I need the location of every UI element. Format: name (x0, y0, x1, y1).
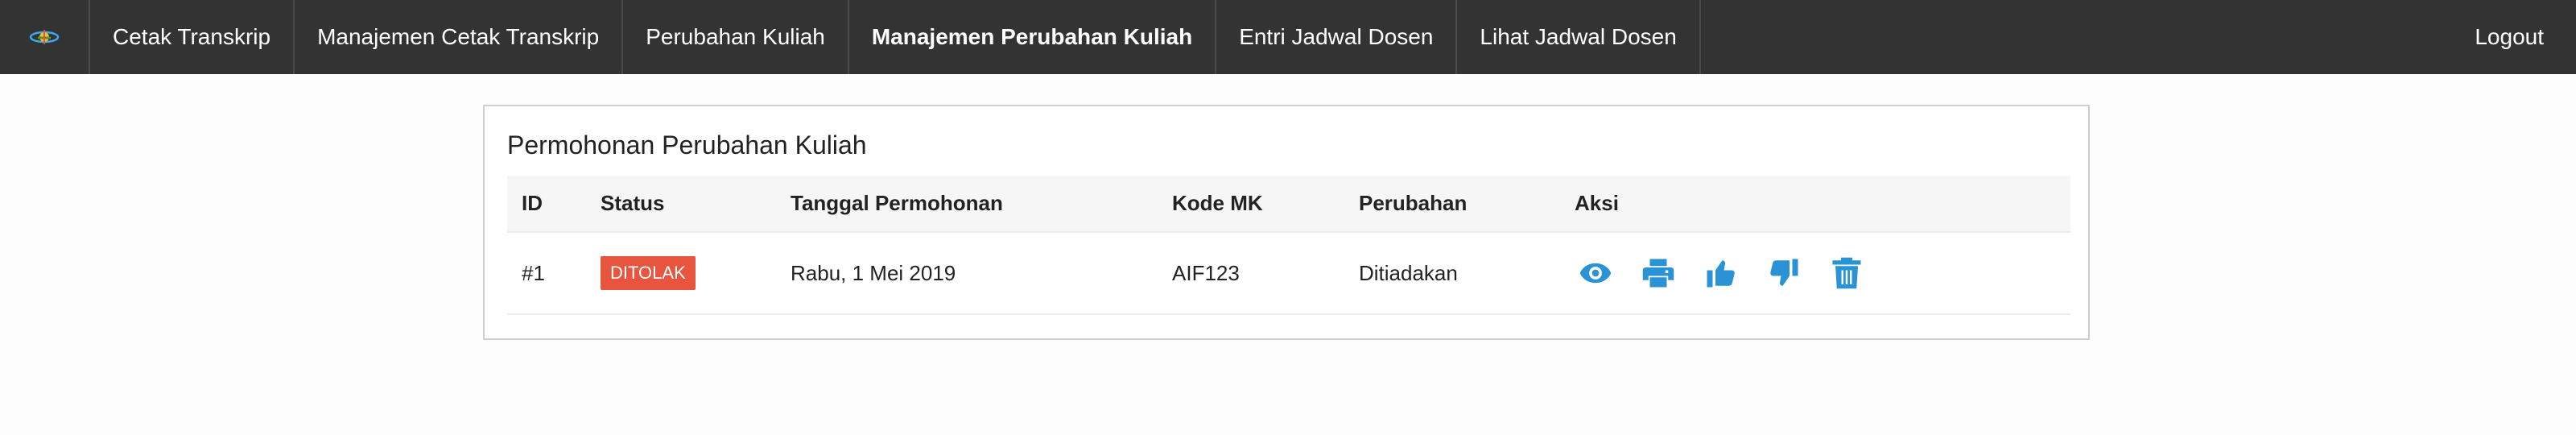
permohonan-card: Permohonan Perubahan Kuliah ID Status Ta… (483, 105, 2090, 340)
nav-cetak-transkrip[interactable]: Cetak Transkrip (90, 0, 295, 74)
table-header-row: ID Status Tanggal Permohonan Kode MK Per… (507, 176, 2070, 232)
table-row: #1 DITOLAK Rabu, 1 Mei 2019 AIF123 Ditia… (507, 232, 2070, 314)
cell-tanggal: Rabu, 1 Mei 2019 (791, 260, 956, 285)
navbar: Cetak Transkrip Manajemen Cetak Transkri… (0, 0, 2576, 74)
cell-kode-mk: AIF123 (1172, 260, 1240, 285)
university-logo-icon[interactable] (0, 0, 90, 74)
nav-perubahan-kuliah[interactable]: Perubahan Kuliah (623, 0, 849, 74)
nav-entri-jadwal-dosen[interactable]: Entri Jadwal Dosen (1216, 0, 1458, 74)
logout-link[interactable]: Logout (2452, 0, 2576, 74)
thumbs-up-icon[interactable] (1703, 255, 1739, 291)
header-kode-mk: Kode MK (1172, 191, 1263, 215)
header-perubahan: Perubahan (1359, 191, 1468, 215)
nav-manajemen-perubahan-kuliah[interactable]: Manajemen Perubahan Kuliah (849, 0, 1217, 74)
card-title: Permohonan Perubahan Kuliah (507, 130, 867, 160)
action-group (1575, 255, 2056, 291)
cell-aksi (1560, 232, 2070, 314)
cell-status: DITOLAK (586, 232, 776, 314)
status-badge: DITOLAK (601, 256, 696, 290)
trash-icon[interactable] (1829, 255, 1864, 291)
thumbs-down-icon[interactable] (1766, 255, 1802, 291)
permohonan-table: ID Status Tanggal Permohonan Kode MK Per… (507, 176, 2070, 315)
cell-perubahan: Ditiadakan (1359, 260, 1458, 285)
nav-manajemen-cetak-transkrip[interactable]: Manajemen Cetak Transkrip (295, 0, 624, 74)
header-id: ID (522, 191, 543, 215)
header-aksi: Aksi (1575, 191, 1619, 215)
cell-id: #1 (522, 260, 545, 285)
print-icon[interactable] (1641, 255, 1676, 291)
header-tanggal: Tanggal Permohonan (791, 191, 1003, 215)
nav-lihat-jadwal-dosen[interactable]: Lihat Jadwal Dosen (1457, 0, 1701, 74)
eye-icon[interactable] (1578, 255, 1613, 291)
header-status: Status (601, 191, 665, 215)
